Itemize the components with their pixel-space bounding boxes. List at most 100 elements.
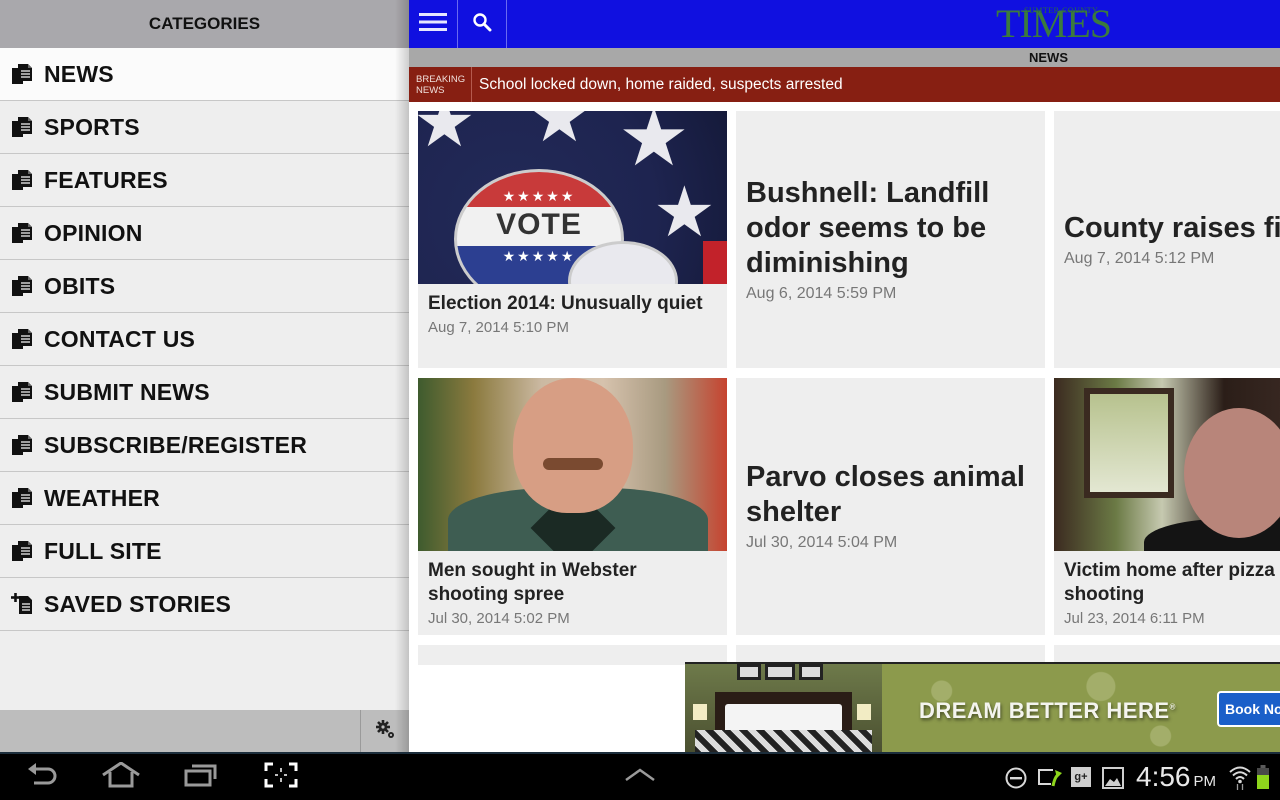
documents-icon (11, 63, 33, 85)
add-document-icon (11, 593, 33, 615)
documents-icon (11, 434, 33, 456)
article-date: Jul 30, 2014 5:04 PM (746, 534, 898, 551)
google-plus-icon: g+ (1071, 767, 1091, 787)
expand-up-button[interactable] (615, 754, 665, 800)
recent-apps-icon (184, 763, 218, 792)
documents-icon (11, 275, 33, 297)
breaking-news-ticker: BREAKING NEWS School locked down, home r… (409, 67, 1280, 102)
settings-button[interactable] (360, 710, 409, 752)
clock-ampm: PM (1193, 773, 1217, 790)
documents-icon (11, 116, 33, 138)
article-card-partial[interactable] (418, 645, 727, 665)
hamburger-menu-icon (419, 12, 447, 37)
category-item-saved-stories[interactable]: SAVED STORIES (0, 578, 409, 631)
documents-icon (11, 381, 33, 403)
article-card[interactable]: Bushnell: Landfill odor seems to be dimi… (736, 111, 1045, 368)
documents-icon (11, 169, 33, 191)
chevron-up-icon (624, 767, 656, 787)
search-icon (472, 12, 492, 37)
category-item-opinion[interactable]: OPINION (0, 207, 409, 260)
category-label: WEATHER (44, 484, 160, 511)
article-card[interactable]: Victim home after pizza shooting Jul 23,… (1054, 378, 1280, 635)
screenshot-icon (264, 762, 298, 793)
section-title: NEWS (1029, 50, 1068, 65)
category-label: SUBSCRIBE/REGISTER (44, 431, 308, 458)
article-card[interactable]: Parvo closes animal shelter Jul 30, 2014… (736, 378, 1045, 635)
newspaper-logo: TIMES SUMTER COUNTY (994, 2, 1112, 46)
category-item-news[interactable]: NEWS (0, 48, 409, 101)
book-now-button[interactable]: Book Now (1217, 691, 1280, 727)
category-item-weather[interactable]: WEATHER (0, 472, 409, 525)
category-item-contact-us[interactable]: CONTACT US (0, 313, 409, 366)
category-label: CONTACT US (44, 325, 196, 352)
clock-time: 4:56 (1136, 761, 1191, 792)
article-title: Victim home after pizza shooting (1064, 560, 1275, 605)
category-item-features[interactable]: FEATURES (0, 154, 409, 207)
man-in-uniform-photo (418, 378, 727, 551)
main-content: TIMES SUMTER COUNTY NEWS BREAKING NEWS S… (409, 0, 1280, 752)
drawer-footer (0, 710, 409, 752)
documents-icon (11, 328, 33, 350)
back-button[interactable] (18, 754, 68, 800)
wifi-icon (1228, 764, 1252, 795)
article-date: Aug 7, 2014 5:12 PM (1064, 250, 1215, 267)
back-icon (26, 762, 60, 792)
category-item-full-site[interactable]: FULL SITE (0, 525, 409, 578)
status-clock: 4:56 PM (1136, 761, 1216, 793)
category-item-sports[interactable]: SPORTS (0, 101, 409, 154)
menu-button[interactable] (409, 0, 458, 48)
category-item-obits[interactable]: OBITS (0, 260, 409, 313)
article-title: County raises fir (1064, 212, 1280, 244)
category-label: NEWS (44, 60, 114, 87)
home-icon (101, 760, 141, 793)
documents-icon (11, 487, 33, 509)
article-title: Bushnell: Landfill odor seems to be dimi… (746, 177, 990, 279)
screen-mirroring-icon (1037, 766, 1063, 795)
article-date: Aug 6, 2014 5:59 PM (746, 285, 897, 302)
drawer-title: CATEGORIES (0, 0, 409, 48)
vote-button-photo: ★ ★ ★ ★ ★★★★★ VOTE ★★★★★ (418, 111, 727, 284)
article-date: Aug 7, 2014 5:10 PM (428, 319, 569, 336)
home-button[interactable] (96, 754, 146, 800)
system-navigation-bar: g+ 4:56 PM (0, 752, 1280, 800)
category-item-subscribe-register[interactable]: SUBSCRIBE/REGISTER (0, 419, 409, 472)
section-bar: NEWS (409, 48, 1280, 67)
category-label: OPINION (44, 219, 143, 246)
ad-slogan: DREAM BETTER HERE® (919, 698, 1176, 723)
article-date: Jul 30, 2014 5:02 PM (428, 610, 570, 627)
category-label: SUBMIT NEWS (44, 378, 210, 405)
battery-icon (1257, 765, 1269, 794)
search-button[interactable] (458, 0, 507, 48)
categories-drawer: CATEGORIES NEWS SPORTS FEATURES OPINION OBIT… (0, 0, 409, 752)
settings-gears-icon (374, 718, 396, 745)
article-card[interactable]: ★ ★ ★ ★ ★★★★★ VOTE ★★★★★ Election 2014: … (418, 111, 727, 368)
category-label: SPORTS (44, 113, 140, 140)
recent-apps-button[interactable] (176, 754, 226, 800)
article-title: Parvo closes animal shelter (746, 461, 1025, 528)
app-toolbar: TIMES SUMTER COUNTY (409, 0, 1280, 48)
hotel-room-photo (685, 664, 882, 752)
article-date: Jul 23, 2014 6:11 PM (1064, 610, 1205, 627)
category-label: SAVED STORIES (44, 590, 232, 617)
logo-subtitle: SUMTER COUNTY (1024, 6, 1099, 15)
documents-icon (11, 540, 33, 562)
screen: CATEGORIES NEWS SPORTS FEATURES OPINION OBIT… (0, 0, 1280, 800)
article-card[interactable]: County raises fir Aug 7, 2014 5:12 PM (1054, 111, 1280, 368)
article-title: Men sought in Webster shooting spree (428, 560, 637, 605)
breaking-headline[interactable]: School locked down, home raided, suspect… (472, 76, 843, 94)
category-item-submit-news[interactable]: SUBMIT NEWS (0, 366, 409, 419)
screenshot-button[interactable] (256, 754, 306, 800)
article-card[interactable]: Men sought in Webster shooting spree Jul… (418, 378, 727, 635)
injured-man-photo (1054, 378, 1280, 551)
category-list: NEWS SPORTS FEATURES OPINION OBITS CONTACT US… (0, 48, 409, 631)
category-label: FEATURES (44, 166, 168, 193)
ad-banner[interactable]: DREAM BETTER HERE® Book Now (685, 662, 1280, 752)
category-label: FULL SITE (44, 537, 162, 564)
breaking-tag-line2: NEWS (416, 84, 445, 96)
documents-icon (11, 222, 33, 244)
breaking-tag-line1: BREAKING (416, 73, 466, 85)
category-label: OBITS (44, 272, 116, 299)
breaking-news-tag: BREAKING NEWS (409, 67, 472, 102)
gallery-icon (1102, 767, 1124, 794)
article-title: Election 2014: Unusually quiet (428, 293, 703, 314)
